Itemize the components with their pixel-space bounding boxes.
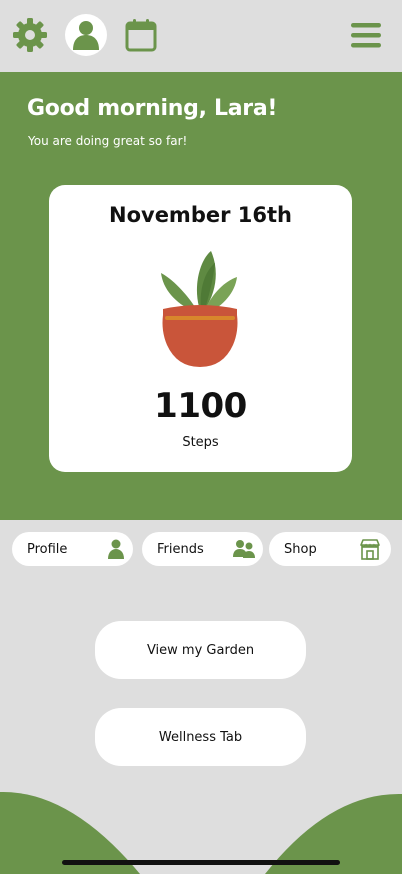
calendar-button[interactable] [124, 18, 158, 52]
potted-plant-icon [161, 251, 238, 367]
steps-label: Steps [182, 435, 219, 450]
profile-avatar-button[interactable] [65, 14, 107, 56]
shop-pill-button[interactable]: Shop [269, 532, 391, 566]
menu-button[interactable] [349, 18, 383, 52]
profile-pill-button[interactable]: Profile [12, 532, 133, 566]
shop-pill-label: Shop [284, 541, 317, 557]
steps-count: 1100 [154, 386, 247, 426]
home-indicator[interactable] [62, 860, 340, 865]
calendar-icon [125, 19, 157, 52]
gear-icon [13, 18, 47, 52]
friends-pill-label: Friends [157, 541, 204, 557]
daily-steps-card: November 16th 1100 Steps [49, 185, 352, 472]
hamburger-menu-icon [351, 23, 381, 48]
wellness-tab-button[interactable]: Wellness Tab [95, 708, 306, 766]
person-icon [108, 539, 124, 559]
greeting-subtitle: You are doing great so far! [28, 134, 188, 148]
profile-pill-label: Profile [27, 541, 68, 557]
friends-pill-button[interactable]: Friends [142, 532, 263, 566]
friends-icon [233, 540, 255, 558]
avatar-icon [73, 21, 99, 50]
store-icon [360, 539, 380, 560]
settings-button[interactable] [12, 17, 48, 53]
greeting-title: Good morning, Lara! [27, 96, 278, 121]
card-date: November 16th [109, 203, 292, 227]
view-garden-button[interactable]: View my Garden [95, 621, 306, 679]
top-bar [0, 0, 402, 72]
